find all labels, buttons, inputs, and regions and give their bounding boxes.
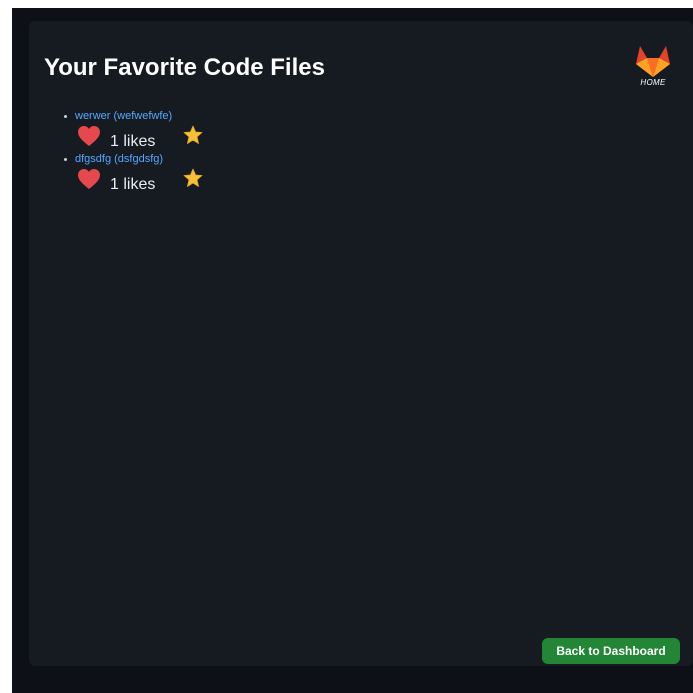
home-label: HOME — [640, 78, 666, 87]
favorites-list: werwer (wefwefwfe) 1 likes dfgsdfg (dsfg… — [63, 110, 223, 196]
page-background: Your Favorite Code Files HOME werwer (we… — [12, 8, 693, 693]
heart-icon[interactable] — [77, 125, 101, 147]
likes-count: 1 likes — [110, 133, 156, 150]
star-icon[interactable] — [183, 168, 203, 188]
heart-icon[interactable] — [77, 168, 101, 190]
file-link[interactable]: dfgsdfg (dsfgdsfg) — [63, 153, 223, 166]
file-meta: 1 likes — [63, 123, 223, 153]
likes-count: 1 likes — [110, 176, 156, 193]
file-link[interactable]: werwer (wefwefwfe) — [63, 110, 223, 123]
favorites-card: Your Favorite Code Files HOME werwer (we… — [29, 21, 693, 666]
gitlab-fox-logo-icon — [636, 46, 670, 77]
star-icon[interactable] — [183, 125, 203, 145]
home-link[interactable]: HOME — [631, 44, 675, 92]
page-title: Your Favorite Code Files — [44, 54, 325, 81]
file-meta: 1 likes — [63, 166, 223, 196]
list-item: dfgsdfg (dsfgdsfg) 1 likes — [63, 153, 223, 196]
list-item: werwer (wefwefwfe) 1 likes — [63, 110, 223, 153]
back-to-dashboard-button[interactable]: Back to Dashboard — [542, 638, 680, 664]
